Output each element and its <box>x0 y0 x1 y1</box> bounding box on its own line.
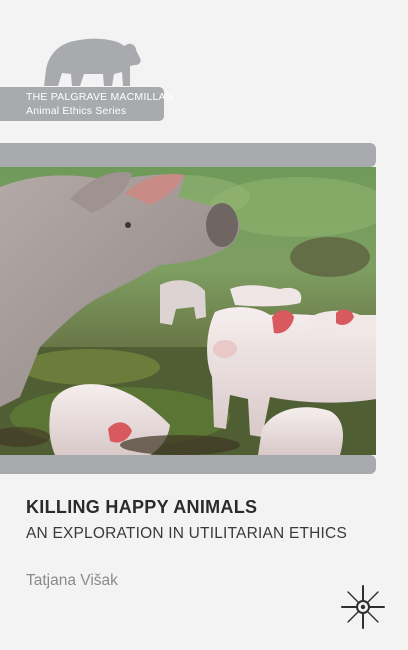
bottom-band <box>0 455 376 474</box>
book-cover: THE PALGRAVE MACMILLAN Animal Ethics Ser… <box>0 0 408 650</box>
top-band <box>0 143 376 167</box>
cover-photo-pigs <box>0 167 376 455</box>
series-name-line2: Animal Ethics Series <box>26 105 127 117</box>
bear-icon <box>44 38 141 86</box>
book-title: KILLING HAPPY ANIMALS <box>26 497 258 517</box>
book-subtitle: AN EXPLORATION IN UTILITARIAN ETHICS <box>26 525 347 542</box>
palgrave-star-icon <box>341 585 385 629</box>
book-author: Tatjana Višak <box>26 572 118 589</box>
series-name-line1: THE PALGRAVE MACMILLAN <box>26 91 174 103</box>
